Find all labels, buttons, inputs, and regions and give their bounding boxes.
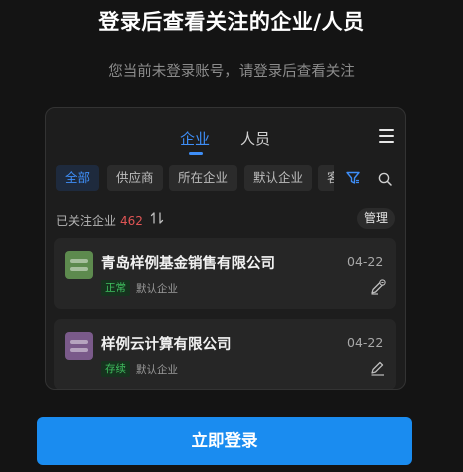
status-badge: 正常 xyxy=(101,280,130,296)
tab-bar: 企业 人员 xyxy=(46,108,405,162)
follow-date: 04-22 xyxy=(347,335,384,350)
filter-chip-customer[interactable]: 客 xyxy=(318,165,334,191)
login-button[interactable]: 立即登录 xyxy=(37,417,412,465)
filter-chip-location[interactable]: 所在企业 xyxy=(169,165,238,191)
manage-button[interactable]: 管理 xyxy=(357,208,395,229)
tab-active-indicator xyxy=(189,152,203,155)
tab-person[interactable]: 人员 xyxy=(240,128,270,149)
company-card[interactable]: 样例云计算有限公司 存续 默认企业 04-22 xyxy=(54,319,396,389)
followed-summary-bar: 已关注企业 462 管理 xyxy=(46,204,405,234)
menu-icon[interactable] xyxy=(379,129,394,143)
pencil-ai-icon[interactable] xyxy=(370,279,386,295)
status-badge: 存续 xyxy=(101,361,130,377)
page-subtitle: 您当前未登录账号，请登录后查看关注 xyxy=(108,64,355,80)
group-label: 默认企业 xyxy=(136,364,178,376)
search-icon[interactable] xyxy=(378,172,392,186)
filter-chip-default[interactable]: 默认企业 xyxy=(244,165,313,191)
followed-count: 462 xyxy=(120,214,143,228)
filter-chip-overflow: 客 xyxy=(318,165,334,191)
company-card[interactable]: 青岛样例基金销售有限公司 正常 默认企业 04-22 xyxy=(54,238,396,309)
company-logo xyxy=(65,332,93,360)
sort-icon[interactable] xyxy=(150,211,164,225)
follow-preview-panel: 企业 人员 全部 供应商 所在企业 默认企业 客 已关注企业462 管理 xyxy=(45,107,406,390)
filter-chip-supplier[interactable]: 供应商 xyxy=(107,165,163,191)
filter-icon[interactable] xyxy=(346,171,360,185)
followed-label-text: 已关注企业 xyxy=(56,214,117,228)
filter-chip-all[interactable]: 全部 xyxy=(56,165,100,191)
group-label: 默认企业 xyxy=(136,283,178,295)
company-name: 样例云计算有限公司 xyxy=(101,337,232,353)
followed-label: 已关注企业 462 xyxy=(56,212,143,229)
tab-enterprise[interactable]: 企业 xyxy=(180,128,210,149)
pencil-icon[interactable] xyxy=(370,360,386,376)
company-name: 青岛样例基金销售有限公司 xyxy=(101,256,275,272)
company-logo xyxy=(65,251,93,279)
page-title: 登录后查看关注的企业/人员 xyxy=(98,10,365,34)
follow-date: 04-22 xyxy=(347,254,384,269)
